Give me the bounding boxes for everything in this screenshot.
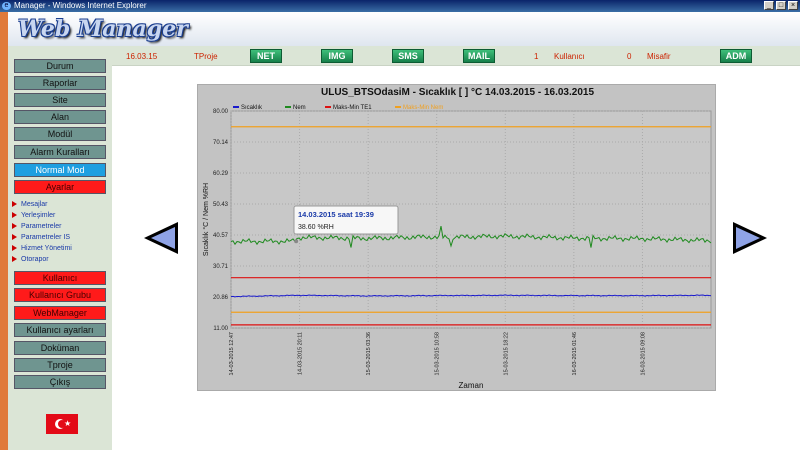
img-button[interactable]: IMG — [321, 49, 353, 63]
user-count: 1 — [534, 52, 539, 61]
menu-modul[interactable]: Modül — [14, 127, 106, 141]
arrow-icon — [12, 234, 17, 241]
chart-panel: ULUS_BTSOdasiM - Sıcaklık [ ] °C 14.03.2… — [197, 84, 716, 391]
x-tick-label: 16-03-2015 09:08 — [640, 332, 646, 375]
window-title: Manager - Windows Internet Explorer — [14, 1, 147, 10]
maximize-button[interactable]: □ — [776, 1, 786, 10]
star-icon: ★ — [64, 419, 72, 428]
y-tick-label: 11.00 — [213, 326, 228, 332]
tooltip-value: 38.60 %RH — [298, 224, 334, 231]
x-tick-label: 15-03-2015 03:36 — [366, 332, 372, 375]
net-button[interactable]: NET — [250, 49, 282, 63]
info-bar: 16.03.15 TProje NET IMG SMS MAIL 1 Kulla… — [112, 46, 800, 66]
tooltip-title: 14.03.2015 saat 19:39 — [298, 210, 374, 219]
adm-button[interactable]: ADM — [720, 49, 752, 63]
submenu-mesajlar[interactable]: Mesajlar — [12, 201, 47, 208]
menu-ayarlar[interactable]: Ayarlar — [14, 180, 106, 194]
x-axis-label: Zaman — [459, 381, 484, 390]
guest-count: 0 — [627, 52, 632, 61]
y-tick-label: 50.43 — [213, 202, 229, 208]
y-tick-label: 20.86 — [213, 295, 229, 301]
y-tick-label: 70.14 — [213, 140, 229, 146]
left-accent-bar — [0, 12, 8, 450]
menu-site[interactable]: Site — [14, 93, 106, 107]
legend-label: Nem — [293, 105, 306, 111]
x-tick-label: 14-03-2015 12:47 — [229, 332, 235, 375]
turkish-flag-icon[interactable]: ★ — [46, 414, 78, 434]
x-tick-label: 16-03-2015 01:46 — [572, 332, 578, 375]
legend-label: Maks-Min TE1 — [333, 105, 372, 111]
y-axis-label: Sıcaklık °C / Nem %RH — [202, 183, 210, 256]
y-tick-label: 40.57 — [213, 233, 229, 239]
app-logo: Web Manager — [18, 16, 188, 42]
sms-button[interactable]: SMS — [392, 49, 424, 63]
project-name: TProje — [194, 52, 218, 61]
menu-durum[interactable]: Durum — [14, 59, 106, 73]
arrow-icon — [12, 223, 17, 230]
submenu-hizmet-yonetimi[interactable]: Hizmet Yönetimi — [12, 245, 72, 252]
menu-normal-mod[interactable]: Normal Mod — [14, 163, 106, 177]
submenu-otorapor[interactable]: Otorapor — [12, 256, 49, 263]
menu-alan[interactable]: Alan — [14, 110, 106, 124]
ie-icon: e — [2, 2, 11, 10]
menu-raporlar[interactable]: Raporlar — [14, 76, 106, 90]
menu-alarm-kurallari[interactable]: Alarm Kuralları — [14, 145, 106, 159]
menu-webmanager[interactable]: WebManager — [14, 306, 106, 320]
minimize-button[interactable]: _ — [764, 1, 774, 10]
current-date: 16.03.15 — [126, 52, 158, 61]
x-tick-label: 14-03-2015 20:11 — [298, 332, 304, 375]
mail-button[interactable]: MAIL — [463, 49, 495, 63]
submenu-parametreler-is[interactable]: Parametreler IS — [12, 234, 70, 241]
close-button[interactable]: × — [788, 1, 798, 10]
menu-tproje[interactable]: Tproje — [14, 358, 106, 372]
y-tick-label: 80.00 — [213, 109, 229, 115]
chart-svg: 80.00 70.14 60.29 50.43 40.57 30.71 20.86 11.00… — [202, 105, 712, 390]
arrow-icon — [12, 245, 17, 252]
window-controls: _ □ × — [764, 1, 798, 10]
menu-dokuman[interactable]: Doküman — [14, 341, 106, 355]
sidebar: Durum Raporlar Site Alan Modül Alarm Kur… — [8, 46, 112, 450]
submenu-yerlesimler[interactable]: Yerleşimler — [12, 212, 55, 219]
menu-kullanici[interactable]: Kullanıcı — [14, 271, 106, 285]
next-arrow-icon[interactable] — [733, 222, 767, 254]
app-header: Web Manager — [8, 12, 800, 46]
menu-cikis[interactable]: Çıkış — [14, 375, 106, 389]
y-tick-label: 30.71 — [213, 264, 229, 270]
window-titlebar: e Manager - Windows Internet Explorer _ … — [0, 0, 800, 12]
arrow-icon — [12, 212, 17, 219]
tooltip-marker — [294, 239, 299, 244]
y-tick-label: 60.29 — [213, 171, 229, 177]
arrow-icon — [12, 201, 17, 208]
user-label: Kullanıcı — [554, 52, 585, 61]
previous-arrow-icon[interactable] — [144, 222, 178, 254]
menu-kullanici-ayarlari[interactable]: Kullanıcı ayarları — [14, 323, 106, 337]
submenu-parametreler[interactable]: Parametreler — [12, 223, 61, 230]
guest-label: Misafir — [647, 52, 671, 61]
legend-label: Maks-Min Nem — [403, 105, 443, 111]
x-tick-label: 15-03-2015 18:22 — [503, 332, 509, 375]
x-tick-label: 15-03-2015 10:58 — [435, 332, 441, 375]
menu-kullanici-grubu[interactable]: Kullanıcı Grubu — [14, 288, 106, 302]
arrow-icon — [12, 256, 17, 263]
legend-label: Sıcaklık — [241, 105, 263, 111]
